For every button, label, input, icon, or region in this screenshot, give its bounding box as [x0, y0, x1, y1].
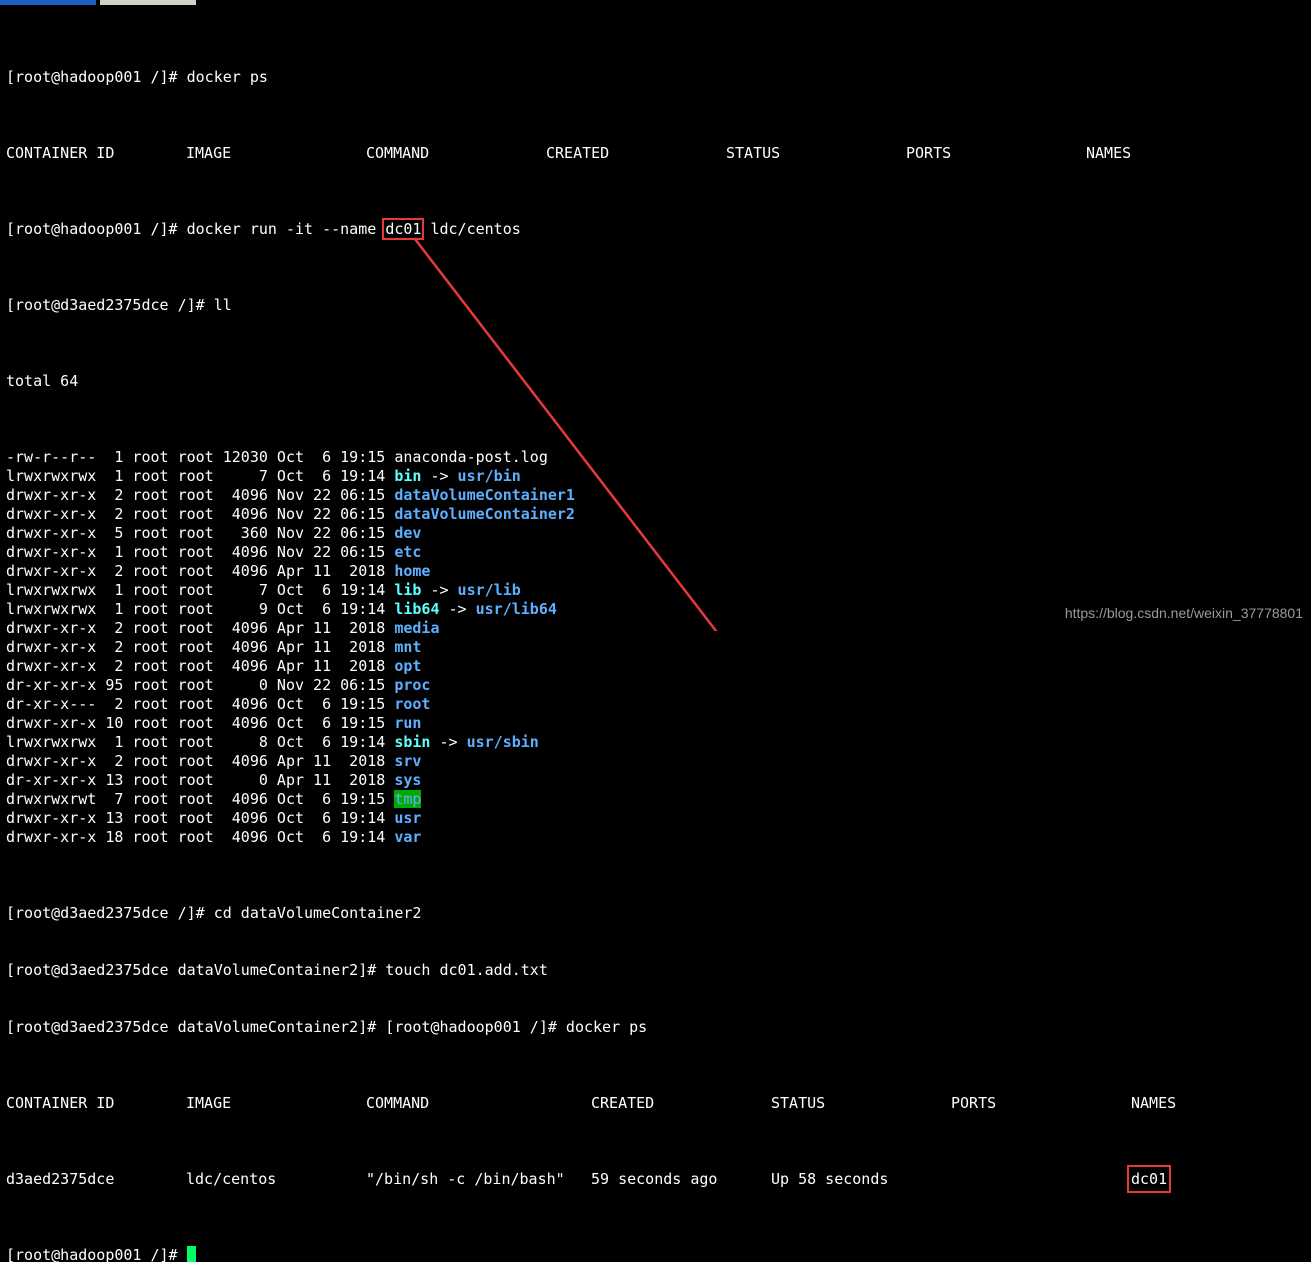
- shell-command: [root@hadoop001 /]# docker ps: [385, 1018, 648, 1036]
- header-command: COMMAND: [366, 1094, 430, 1112]
- listing-name: usr: [394, 809, 422, 827]
- shell-command: cd dataVolumeContainer2: [213, 904, 422, 922]
- listing-row: drwxr-xr-x 2 root root 4096 Apr 11 2018 …: [6, 657, 1176, 676]
- shell-prompt: [root@d3aed2375dce dataVolumeContainer2]…: [6, 961, 386, 979]
- listing-row: dr-xr-x--- 2 root root 4096 Oct 6 19:15 …: [6, 695, 1176, 714]
- docker-ps-header: CONTAINER ID IMAGE COMMAND CREATED STATUS POR…: [6, 1094, 1176, 1113]
- highlight-box-run-name: [382, 218, 425, 240]
- listing-row: drwxrwxrwt 7 root root 4096 Oct 6 19:15 …: [6, 790, 1176, 809]
- shell-command: touch dc01.add.txt: [385, 961, 548, 979]
- header-ports: PORTS: [951, 1094, 997, 1112]
- terminal-cursor: [186, 1246, 196, 1262]
- listing-name: opt: [394, 657, 422, 675]
- shell-prompt: [root@d3aed2375dce /]#: [6, 904, 214, 922]
- symlink-arrow: ->: [430, 733, 467, 751]
- listing-name: var: [394, 828, 422, 846]
- listing-name: proc: [394, 676, 431, 694]
- watermark: https://blog.csdn.net/weixin_37778801: [1064, 605, 1303, 621]
- listing-row: drwxr-xr-x 2 root root 4096 Apr 11 2018 …: [6, 638, 1176, 657]
- listing-row: dr-xr-xr-x 95 root root 0 Nov 22 06:15 p…: [6, 676, 1176, 695]
- listing-meta: drwxr-xr-x 10 root root 4096 Oct 6 19:15: [6, 714, 395, 732]
- shell-prompt: [root@d3aed2375dce dataVolumeContainer2]…: [6, 1018, 386, 1036]
- listing-row: drwxr-xr-x 13 root root 4096 Oct 6 19:14…: [6, 809, 1176, 828]
- highlight-box-ps-name: [1127, 1165, 1172, 1193]
- listing-name: run: [394, 714, 422, 732]
- listing-name: tmp: [394, 790, 422, 808]
- terminal-line: [root@d3aed2375dce /]# cd dataVolumeCont…: [6, 904, 1176, 923]
- shell-prompt: [root@hadoop001 /]#: [6, 1246, 187, 1262]
- cell-status: Up 58 seconds: [771, 1170, 889, 1188]
- docker-ps-row: d3aed2375dce ldc/centos "/bin/sh -c /bin/b…: [6, 1170, 1176, 1189]
- header-container-id: CONTAINER ID: [6, 1094, 115, 1112]
- terminal-line: [root@d3aed2375dce dataVolumeContainer2]…: [6, 961, 1176, 980]
- listing-name: sys: [394, 771, 422, 789]
- terminal-line: [root@hadoop001 /]#: [6, 1246, 1176, 1262]
- listing-name: root: [394, 695, 431, 713]
- listing-row: drwxr-xr-x 18 root root 4096 Oct 6 19:14…: [6, 828, 1176, 847]
- cell-container-id: d3aed2375dce: [6, 1170, 115, 1188]
- listing-meta: drwxr-xr-x 2 root root 4096 Apr 11 2018: [6, 657, 395, 675]
- listing-row: lrwxrwxrwx 1 root root 8 Oct 6 19:14 sbi…: [6, 733, 1176, 752]
- header-status: STATUS: [771, 1094, 826, 1112]
- listing-meta: lrwxrwxrwx 1 root root 8 Oct 6 19:14: [6, 733, 395, 751]
- annotation-overlay: [413, 237, 718, 631]
- listing-meta: drwxr-xr-x 2 root root 4096 Apr 11 2018: [6, 752, 395, 770]
- cell-created: 59 seconds ago: [591, 1170, 718, 1188]
- listing-meta: drwxr-xr-x 2 root root 4096 Apr 11 2018: [6, 638, 395, 656]
- listing-name: sbin: [394, 733, 431, 751]
- annotation-arrow: [413, 237, 718, 631]
- listing-meta: drwxr-xr-x 13 root root 4096 Oct 6 19:14: [6, 809, 395, 827]
- header-created: CREATED: [591, 1094, 655, 1112]
- listing-name: mnt: [394, 638, 422, 656]
- listing-row: dr-xr-xr-x 13 root root 0 Apr 11 2018 sy…: [6, 771, 1176, 790]
- header-image: IMAGE: [186, 1094, 232, 1112]
- listing-row: drwxr-xr-x 10 root root 4096 Oct 6 19:15…: [6, 714, 1176, 733]
- listing-meta: drwxrwxrwt 7 root root 4096 Oct 6 19:15: [6, 790, 395, 808]
- listing-row: drwxr-xr-x 2 root root 4096 Apr 11 2018 …: [6, 752, 1176, 771]
- terminal-line: [root@d3aed2375dce dataVolumeContainer2]…: [6, 1018, 1176, 1037]
- cell-command: "/bin/sh -c /bin/bash": [366, 1170, 565, 1188]
- cell-image: ldc/centos: [186, 1170, 277, 1188]
- symlink-target: usr/sbin: [466, 733, 539, 751]
- listing-meta: drwxr-xr-x 18 root root 4096 Oct 6 19:14: [6, 828, 395, 846]
- listing-meta: dr-xr-xr-x 13 root root 0 Apr 11 2018: [6, 771, 395, 789]
- listing-meta: dr-xr-x--- 2 root root 4096 Oct 6 19:15: [6, 695, 395, 713]
- listing-meta: dr-xr-xr-x 95 root root 0 Nov 22 06:15: [6, 676, 395, 694]
- header-names: NAMES: [1131, 1094, 1177, 1112]
- listing-name: srv: [394, 752, 422, 770]
